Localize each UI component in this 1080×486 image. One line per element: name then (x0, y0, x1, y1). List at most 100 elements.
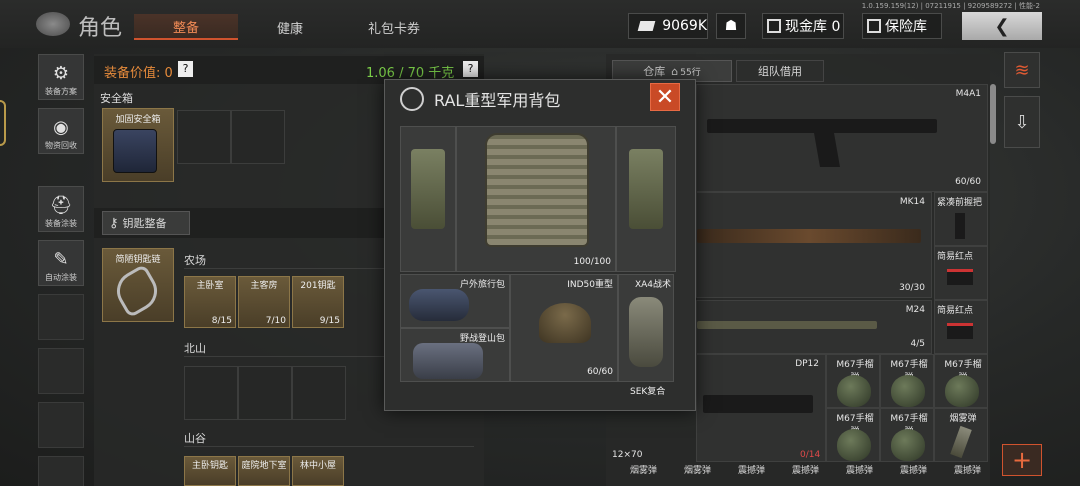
back-button[interactable]: ❮ (962, 12, 1042, 40)
sidebar-item-label: 装备方案 (45, 87, 77, 96)
weapon-name: DP12 (795, 359, 819, 369)
helmet-slot[interactable]: IND50重型 60/60 (510, 274, 618, 382)
key-slot-courtyard-basement[interactable]: 庭院地下室 (238, 456, 290, 486)
weapon-slot-m4a1[interactable]: M4A1 60/60 (696, 84, 988, 192)
grip-icon (955, 213, 965, 239)
safe-vault-button[interactable]: 保险库 (862, 13, 942, 39)
safebox-empty-slot[interactable] (231, 110, 285, 164)
tab-team-borrow[interactable]: 组队借用 (736, 60, 824, 82)
spray-icon: ✎ (53, 249, 69, 270)
weapon-slot-dp12[interactable]: DP12 (696, 354, 826, 462)
vest-slot[interactable]: 100/100 (456, 126, 616, 272)
helmet-icon: ⛑ (49, 195, 73, 216)
import-button[interactable]: ⇩ (1004, 96, 1040, 148)
attachment-name: 简易红点 (937, 306, 974, 316)
key-empty-slot[interactable] (184, 366, 238, 420)
sidebar-item-gear-plan[interactable]: ⚙ 装备方案 (38, 54, 84, 100)
rifle-magazine-icon (814, 133, 840, 167)
backpack-slot-travel[interactable]: 户外旅行包 (400, 274, 510, 328)
weapon-name: M4A1 (955, 89, 981, 99)
equip-value-help-button[interactable]: ? (178, 61, 193, 77)
cash-vault-label: 现金库 0 (785, 19, 841, 35)
sort-button[interactable]: ≋ (1004, 52, 1040, 88)
sidebar-empty-slot (38, 294, 84, 340)
attachment-slot-red-dot-1[interactable]: 简易红点 (934, 246, 988, 300)
safebox-case-icon (113, 129, 157, 173)
key-empty-slot[interactable] (292, 366, 346, 420)
weapon-name: M24 (905, 305, 925, 315)
item-name: 户外旅行包 (459, 280, 505, 290)
add-button[interactable]: + (1002, 444, 1042, 476)
weapon-slot-m24[interactable]: M24 4/5 (696, 300, 932, 354)
attachment-slot-red-dot-2[interactable]: 简易红点 (934, 300, 988, 354)
bottom-item-label[interactable]: 烟雾弹 (684, 463, 711, 476)
pouch-slot-left[interactable] (400, 126, 456, 272)
safebox-label: 安全箱 (100, 92, 133, 105)
side-edge-marker (0, 100, 6, 146)
grenade-name: 烟雾弹 (949, 414, 977, 424)
version-text: 1.0.159.159(12) | 07211915 | 9209589272 … (861, 2, 1040, 10)
smoke-grenade-slot[interactable]: 烟雾弹 (934, 408, 988, 462)
key-name: 庭院地下室 (241, 461, 287, 471)
close-button[interactable]: ✕ (650, 83, 680, 111)
rig-icon (629, 297, 663, 367)
keychain-slot[interactable]: 简陋钥匙链 (102, 248, 174, 322)
key-slot-201[interactable]: 201钥匙 9/15 (292, 276, 344, 328)
key-name: 主卧钥匙 (191, 461, 228, 471)
back-arrow-icon: ❮ (994, 15, 1010, 37)
bottom-item-label[interactable]: 震撼弹 (792, 463, 819, 476)
safebox-slot[interactable]: 加固安全箱 (102, 108, 174, 182)
grenade-slot[interactable]: M67手榴弹 (934, 354, 988, 408)
warehouse-scrollbar[interactable] (990, 84, 996, 144)
tray-import-icon: ⇩ (1014, 111, 1030, 133)
sidebar-item-recycle[interactable]: ◉ 物资回收 (38, 108, 84, 154)
grenade-slot[interactable]: M67手榴弹 (826, 354, 880, 408)
dmr-icon (697, 229, 921, 243)
pouch-slot-right[interactable] (616, 126, 676, 272)
key-empty-slot[interactable] (238, 366, 292, 420)
key-slot-forest-cabin[interactable]: 林中小屋 (292, 456, 344, 486)
ammo-type-label: 12×70 (612, 450, 643, 460)
sidebar-item-auto-skin[interactable]: ✎ 自动涂装 (38, 240, 84, 286)
key-slot-guest-room[interactable]: 主客房 7/10 (238, 276, 290, 328)
backpack-slot-hiking[interactable]: 野战登山包 (400, 328, 510, 382)
key-slot-master-bedroom[interactable]: 主卧室 8/15 (184, 276, 236, 328)
weight-help-button[interactable]: ? (463, 61, 478, 77)
trader-button[interactable]: ☗ (716, 13, 746, 39)
close-icon: ✕ (655, 84, 675, 110)
trader-icon: ☗ (724, 18, 738, 34)
key-count: 8/15 (211, 316, 232, 326)
key-icon: ⚷ (109, 215, 119, 231)
warehouse-tab-label: 仓库 (643, 65, 666, 78)
sidebar-item-skin[interactable]: ⛑ 装备涂装 (38, 186, 84, 232)
bottom-item-label[interactable]: 震撼弹 (846, 463, 873, 476)
keychain-header-button[interactable]: ⚷ 钥匙整备 (102, 211, 190, 235)
grenade-slot[interactable]: M67手榴弹 (880, 408, 934, 462)
key-name: 林中小屋 (299, 461, 336, 471)
tab-health[interactable]: 健康 (258, 14, 322, 40)
vest-durability: 100/100 (573, 257, 611, 267)
warehouse-rows: 55行 (680, 67, 701, 78)
bottom-item-label[interactable]: 震撼弹 (900, 463, 927, 476)
bottom-item-label[interactable]: 烟雾弹 (630, 463, 657, 476)
keychain-header-label: 钥匙整备 (122, 217, 167, 230)
cash-vault-button[interactable]: 现金库 0 (762, 13, 844, 39)
weapon-slot-mk14[interactable]: MK14 30/30 (696, 192, 932, 298)
key-name: 201钥匙 (300, 281, 336, 291)
weapon-ammo: 30/30 (899, 283, 925, 293)
safebox-empty-slot[interactable] (177, 110, 231, 164)
tactical-slot-xa4[interactable]: XA4战术 (618, 274, 674, 382)
tab-loadout[interactable]: 整备 (134, 14, 238, 40)
plate-carrier-icon (485, 133, 589, 247)
backpack-icon (413, 343, 483, 379)
grenade-slot[interactable]: M67手榴弹 (880, 354, 934, 408)
key-slot-valley-master[interactable]: 主卧钥匙 (184, 456, 236, 486)
tab-gift-cards[interactable]: 礼包卡券 (354, 14, 434, 40)
weapon-name: MK14 (899, 197, 925, 207)
attachment-slot-grip[interactable]: 紧凑前握把 (934, 192, 988, 246)
bottom-item-label[interactable]: 震撼弹 (738, 463, 765, 476)
sidebar-empty-slot (38, 348, 84, 394)
grenade-slot[interactable]: M67手榴弹 (826, 408, 880, 462)
bottom-item-label[interactable]: 震撼弹 (954, 463, 981, 476)
currency-display[interactable]: 9069K (628, 13, 708, 39)
